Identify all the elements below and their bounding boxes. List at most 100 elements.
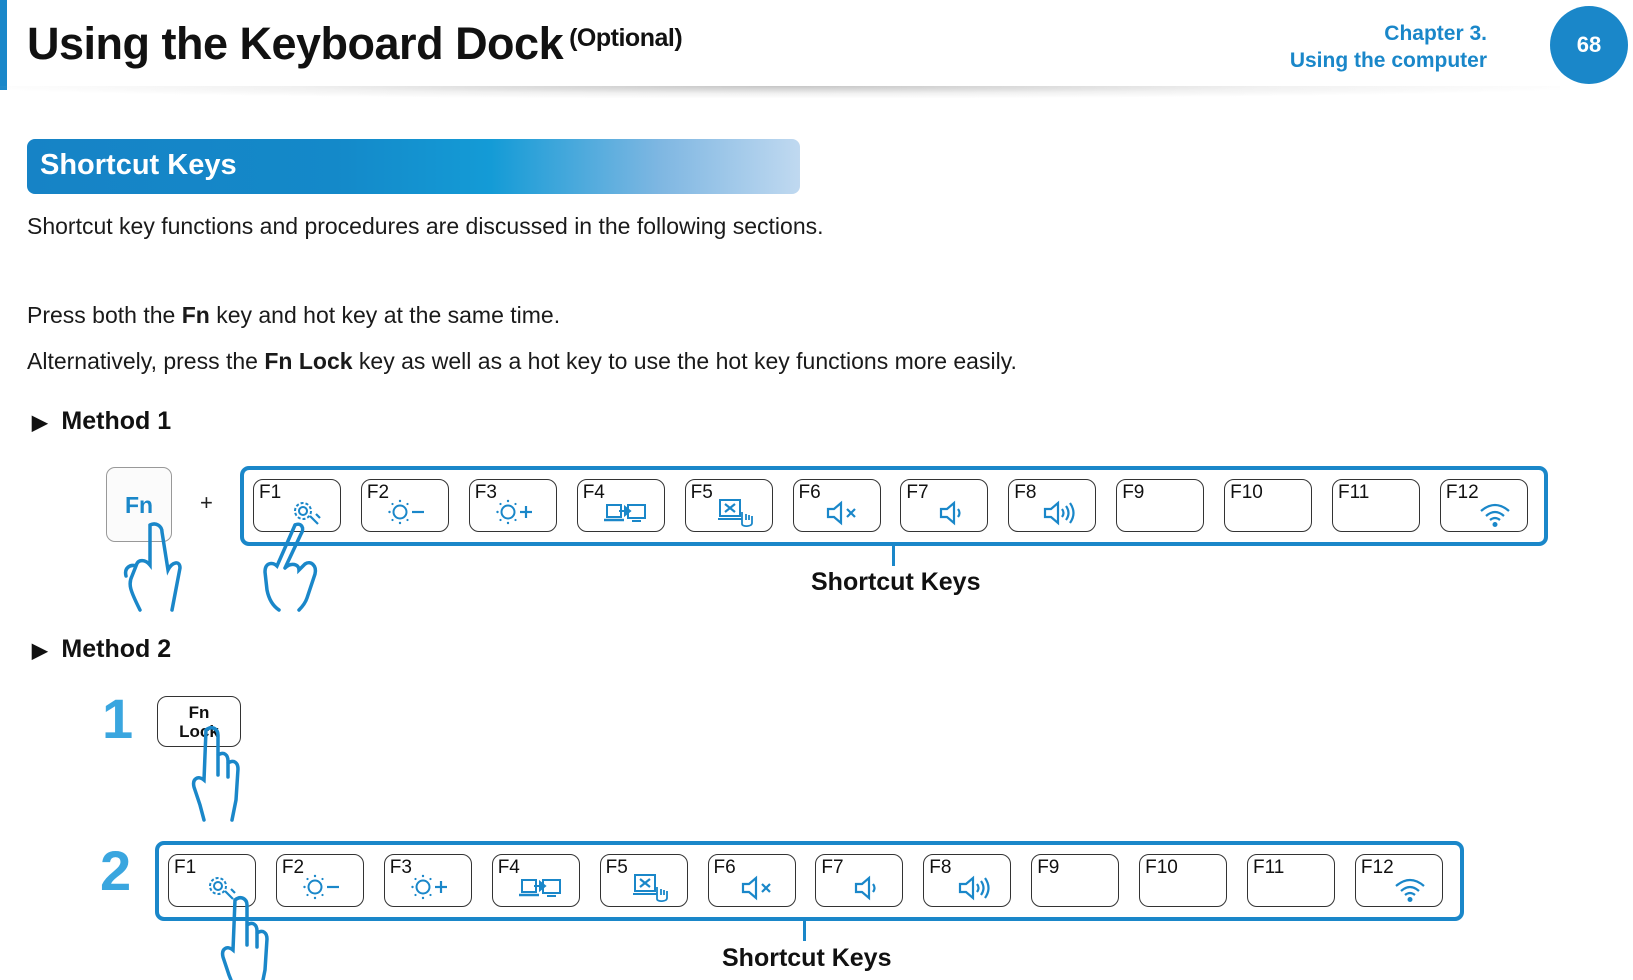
pointing-hand-icon: [263, 522, 318, 612]
triangle-bullet-icon: ▶: [32, 640, 48, 662]
function-key-label: F1: [174, 857, 197, 878]
callout-line: [803, 919, 806, 941]
fn-key-emphasis: Fn: [181, 302, 210, 328]
callout-line: [892, 544, 895, 566]
function-key-f8[interactable]: F8: [1008, 479, 1097, 532]
function-key-f11[interactable]: F11: [1332, 479, 1420, 532]
function-key-f9[interactable]: F9: [1031, 854, 1120, 907]
function-key-label: F12: [1360, 857, 1394, 878]
function-key-label: F3: [474, 482, 497, 503]
fn-lock-emphasis: Fn Lock: [264, 348, 353, 374]
chapter-number: Chapter 3.: [1384, 22, 1487, 45]
pointing-hand-icon: [123, 522, 182, 612]
mute-icon: [741, 875, 777, 906]
function-key-f7[interactable]: F7: [815, 854, 904, 907]
volume-down-icon: [854, 875, 884, 906]
instruction-text: key as well as a hot key to use the hot …: [352, 348, 1017, 374]
function-key-label: F3: [389, 857, 412, 878]
wifi-icon: [1394, 877, 1426, 908]
function-key-label: F1: [259, 482, 282, 503]
function-key-f3[interactable]: F3: [383, 854, 472, 907]
function-key-label: F2: [366, 482, 390, 503]
function-key-f5[interactable]: F5: [684, 479, 773, 533]
fn-key-label: Fn: [125, 492, 154, 518]
function-key-label: F12: [1445, 482, 1479, 503]
plus-sign: +: [200, 490, 213, 515]
instruction-line-2: Alternatively, press the Fn Lock key as …: [27, 348, 1017, 375]
instruction-text: Alternatively, press the: [27, 348, 265, 374]
function-key-label: F6: [798, 482, 821, 503]
function-key-f9[interactable]: F9: [1116, 479, 1205, 532]
pointing-hand-icon: [220, 896, 269, 980]
function-key-f12[interactable]: F12: [1439, 479, 1528, 533]
function-key-f6[interactable]: F6: [792, 479, 881, 532]
function-key-label: F10: [1145, 857, 1178, 878]
volume-up-icon: [958, 875, 994, 906]
page-title-text: Using the Keyboard Dock: [27, 18, 564, 69]
page-title: Using the Keyboard Dock (Optional): [27, 18, 683, 70]
brightness-up-icon: [496, 498, 536, 531]
method-2-label: Method 2: [61, 635, 172, 663]
function-key-label: F7: [906, 482, 929, 503]
function-key-label: F6: [713, 857, 736, 878]
function-key-f5[interactable]: F5: [599, 854, 688, 908]
chapter-title: Using the computer: [1289, 49, 1487, 72]
function-key-f10[interactable]: F10: [1224, 479, 1313, 532]
fn-lock-key-label-line-1: Fn: [188, 703, 210, 722]
display-switch-icon: [518, 877, 563, 906]
method-1-label: Method 1: [61, 407, 172, 435]
method-2-heading: ▶ Method 2: [32, 635, 171, 664]
instruction-text: Press both the: [27, 302, 182, 328]
touchpad-off-icon: [632, 873, 673, 908]
touchpad-off-icon: [717, 498, 758, 533]
function-key-label: F9: [1037, 857, 1060, 878]
function-key-label: F11: [1253, 857, 1285, 878]
mute-icon: [826, 500, 862, 531]
brightness-down-icon: [388, 498, 428, 531]
function-key-f4[interactable]: F4: [491, 854, 580, 907]
function-key-label: F5: [605, 857, 628, 878]
step-number-1: 1: [102, 687, 134, 750]
instruction-text: key and hot key at the same time.: [209, 302, 561, 328]
volume-down-icon: [939, 500, 969, 531]
page-title-suffix: (Optional): [569, 24, 683, 52]
function-key-f12[interactable]: F12: [1354, 854, 1443, 908]
section-intro: Shortcut key functions and procedures ar…: [27, 213, 824, 239]
function-key-label: F4: [582, 482, 605, 503]
function-key-label: F11: [1338, 482, 1370, 503]
header-accent-bar: [0, 0, 7, 90]
step-number-2: 2: [100, 839, 132, 902]
function-key-f10[interactable]: F10: [1139, 854, 1228, 907]
function-key-label: F4: [497, 857, 520, 878]
brightness-down-icon: [303, 873, 343, 906]
volume-up-icon: [1043, 500, 1079, 531]
function-key-label: F8: [1014, 482, 1037, 503]
wifi-icon: [1479, 502, 1511, 533]
page-number-badge: 68: [1550, 6, 1628, 84]
section-title: Shortcut Keys: [40, 149, 237, 181]
function-key-label: F8: [929, 857, 952, 878]
method-1-heading: ▶ Method 1: [32, 407, 171, 436]
function-key-label: F10: [1230, 482, 1263, 503]
function-key-label: F5: [690, 482, 713, 503]
function-key-f11[interactable]: F11: [1247, 854, 1335, 907]
function-key-f3[interactable]: F3: [468, 479, 557, 532]
triangle-bullet-icon: ▶: [32, 412, 48, 434]
function-key-f6[interactable]: F6: [707, 854, 796, 907]
display-switch-icon: [603, 502, 648, 531]
function-key-label: F7: [821, 857, 844, 878]
function-key-f7[interactable]: F7: [900, 479, 989, 532]
function-key-label: F9: [1122, 482, 1145, 503]
function-key-f8[interactable]: F8: [923, 854, 1012, 907]
instruction-line-1: Press both the Fn key and hot key at the…: [27, 302, 560, 329]
function-key-f4[interactable]: F4: [576, 479, 665, 532]
shortcut-keys-callout-1: Shortcut Keys: [811, 568, 981, 596]
shortcut-keys-callout-2: Shortcut Keys: [722, 944, 892, 972]
pointing-hand-icon: [191, 726, 240, 822]
function-key-f2[interactable]: F2: [275, 854, 364, 907]
function-key-f2[interactable]: F2: [360, 479, 449, 532]
header-divider: [0, 86, 1560, 98]
function-key-label: F2: [281, 857, 305, 878]
chapter-label: Chapter 3. Using the computer: [1290, 20, 1487, 74]
brightness-up-icon: [411, 873, 451, 906]
